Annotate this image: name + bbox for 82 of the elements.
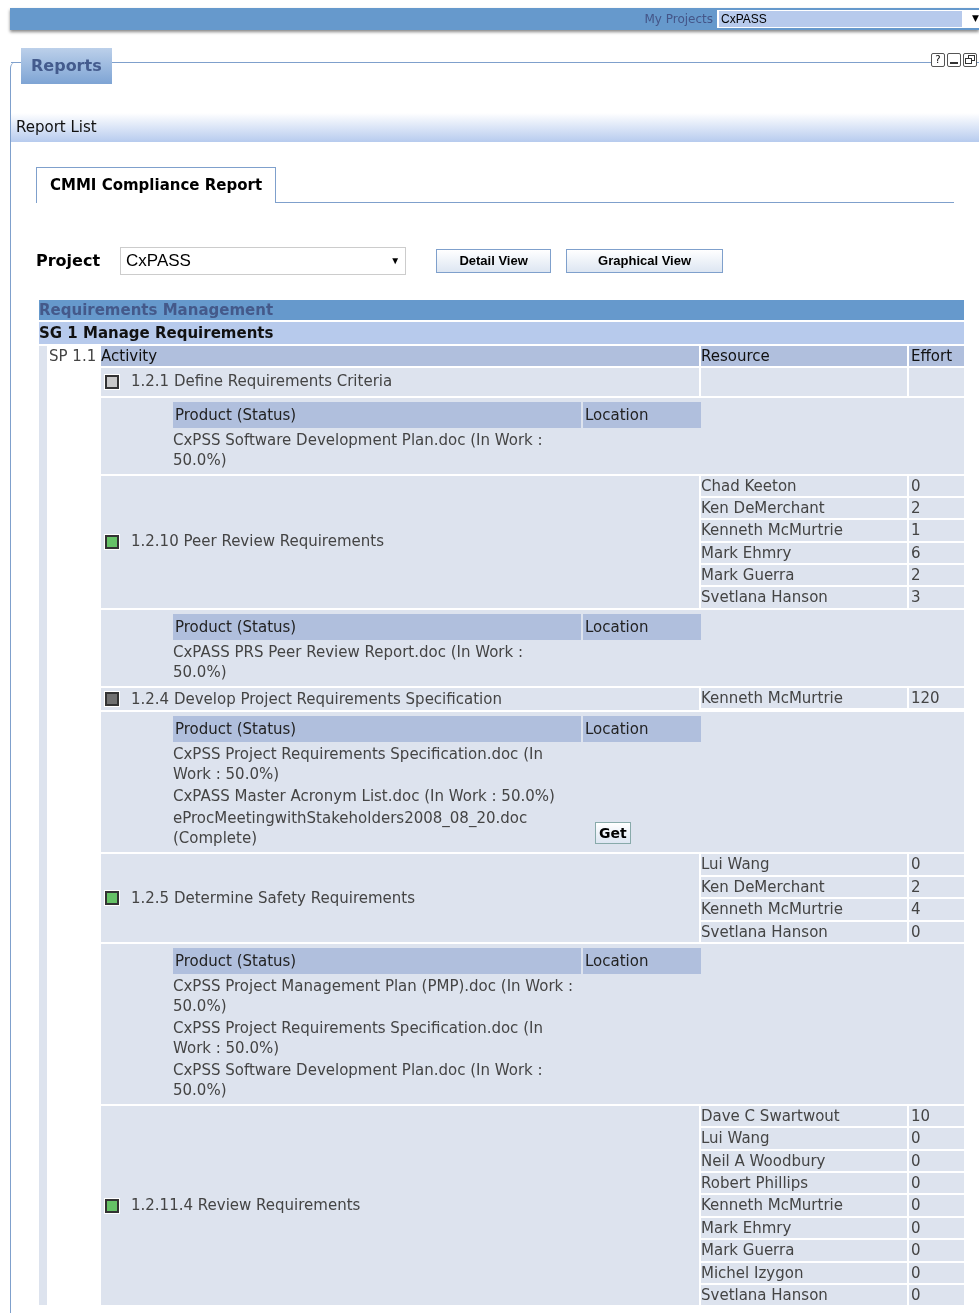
column-header: Product (Status)	[173, 401, 581, 428]
area-header: Requirements Management	[39, 299, 964, 320]
resource-name: Chad Keeton	[701, 475, 907, 496]
resource-name: Lui Wang	[701, 854, 907, 875]
practice-label: SP 1.1	[48, 345, 98, 367]
effort-value: 0	[909, 854, 964, 875]
product-text: CxPSS Project Management Plan (PMP).doc (In Work : 50.0%)	[173, 975, 575, 1016]
effort-value: 0	[909, 1128, 964, 1149]
effort-value: 2	[909, 497, 964, 519]
report-tab[interactable]: CMMI Compliance Report	[36, 167, 277, 203]
view-button[interactable]: Detail View	[436, 248, 552, 273]
column-header: Product (Status)	[173, 947, 581, 974]
product-text: CxPSS Software Development Plan.doc (In Work : 50.0%)	[173, 429, 544, 470]
column-header: Location	[583, 947, 701, 974]
effort-value: 0	[909, 1240, 964, 1261]
resource-name: Robert Phillips	[701, 1173, 907, 1194]
resource-name: Mark Guerra	[701, 1240, 907, 1261]
column-header: Location	[583, 401, 701, 428]
resource-name: Svetlana Hanson	[701, 587, 907, 608]
effort-value: 120	[909, 687, 964, 709]
activity-name: 1.2.10 Peer Review Requirements	[131, 531, 384, 553]
empty-cell	[909, 367, 964, 396]
restore-icon[interactable]	[963, 53, 977, 67]
column-header: Product (Status)	[173, 613, 581, 640]
caret-icon: ▼	[972, 12, 979, 26]
resource-name: Kenneth McMurtrie	[701, 520, 907, 541]
resource-name: Mark Guerra	[701, 565, 907, 586]
resource-name: Svetlana Hanson	[701, 1285, 907, 1306]
effort-value: 10	[909, 1105, 964, 1127]
resource-name: Neil A Woodbury	[701, 1150, 907, 1172]
product-text: CxPASS PRS Peer Review Report.doc (In Work : 50.0%)	[173, 641, 525, 682]
resource-name: Dave C Swartwout	[701, 1105, 907, 1127]
effort-value: 2	[909, 876, 964, 898]
effort-value: 0	[909, 1262, 964, 1284]
goal-header: SG 1 Manage Requirements	[39, 321, 964, 344]
view-button[interactable]: Graphical View	[566, 248, 724, 273]
product-text: CxPSS Project Requirements Specification.doc (In Work : 50.0%)	[173, 744, 544, 785]
column-header: Location	[583, 613, 701, 640]
resource-name: Kenneth McMurtrie	[701, 899, 907, 920]
section-bar: Report List	[11, 113, 979, 142]
effort-value: 4	[909, 899, 964, 920]
project-label: Project	[36, 249, 101, 272]
resource-name: Ken DeMerchant	[701, 876, 907, 898]
resource-name: Kenneth McMurtrie	[701, 687, 907, 709]
effort-value: 3	[909, 587, 964, 608]
effort-value: 6	[909, 542, 964, 564]
effort-value: 0	[909, 1173, 964, 1194]
activity-name: 1.2.5 Determine Safety Requirements	[131, 887, 416, 909]
help-icon[interactable]: ?	[931, 53, 945, 67]
resource-name: Kenneth McMurtrie	[701, 1195, 907, 1216]
column-header: Activity	[101, 345, 699, 366]
resource-name: Lui Wang	[701, 1128, 907, 1149]
column-header: Location	[583, 716, 701, 743]
activity-name: 1.2.4 Develop Project Requirements Specification	[131, 688, 502, 710]
column-header: Product (Status)	[173, 716, 581, 743]
resource-name: Michel Izygon	[701, 1262, 907, 1284]
activity-name: 1.2.1 Define Requirements Criteria	[131, 371, 393, 393]
effort-value: 0	[909, 1217, 964, 1239]
effort-value: 1	[909, 520, 964, 541]
product-text: CxPASS Master Acronym List.doc (In Work : 50.0%)	[173, 786, 556, 807]
product-text: eProcMeetingwithStakeholders2008_08_20.doc (Complete)	[173, 808, 529, 849]
column-header: Resource	[701, 345, 907, 366]
resource-name: Svetlana Hanson	[701, 921, 907, 942]
get-button[interactable]: Get	[595, 822, 631, 845]
activity-name: 1.2.11.4 Review Requirements	[131, 1195, 361, 1217]
projects-label: My Projects	[644, 11, 713, 28]
resource-name: Ken DeMerchant	[701, 497, 907, 519]
effort-value: 0	[909, 921, 964, 942]
effort-value: 2	[909, 565, 964, 586]
column-header: Effort	[909, 345, 964, 366]
caret-icon: ▼	[390, 253, 401, 268]
project-select[interactable]: CxPASS ▼	[120, 246, 407, 275]
product-text: CxPSS Software Development Plan.doc (In Work : 50.0%)	[173, 1059, 544, 1100]
minimize-icon[interactable]	[947, 53, 961, 67]
product-text: CxPSS Project Requirements Specification.doc (In Work : 50.0%)	[173, 1017, 544, 1058]
effort-value: 0	[909, 1195, 964, 1216]
project-dropdown[interactable]: CxPASS ▼	[717, 10, 979, 28]
effort-value: 0	[909, 1150, 964, 1172]
effort-value: 0	[909, 475, 964, 496]
effort-value: 0	[909, 1285, 964, 1306]
resource-name: Mark Ehmry	[701, 542, 907, 564]
resource-name: Mark Ehmry	[701, 1217, 907, 1239]
